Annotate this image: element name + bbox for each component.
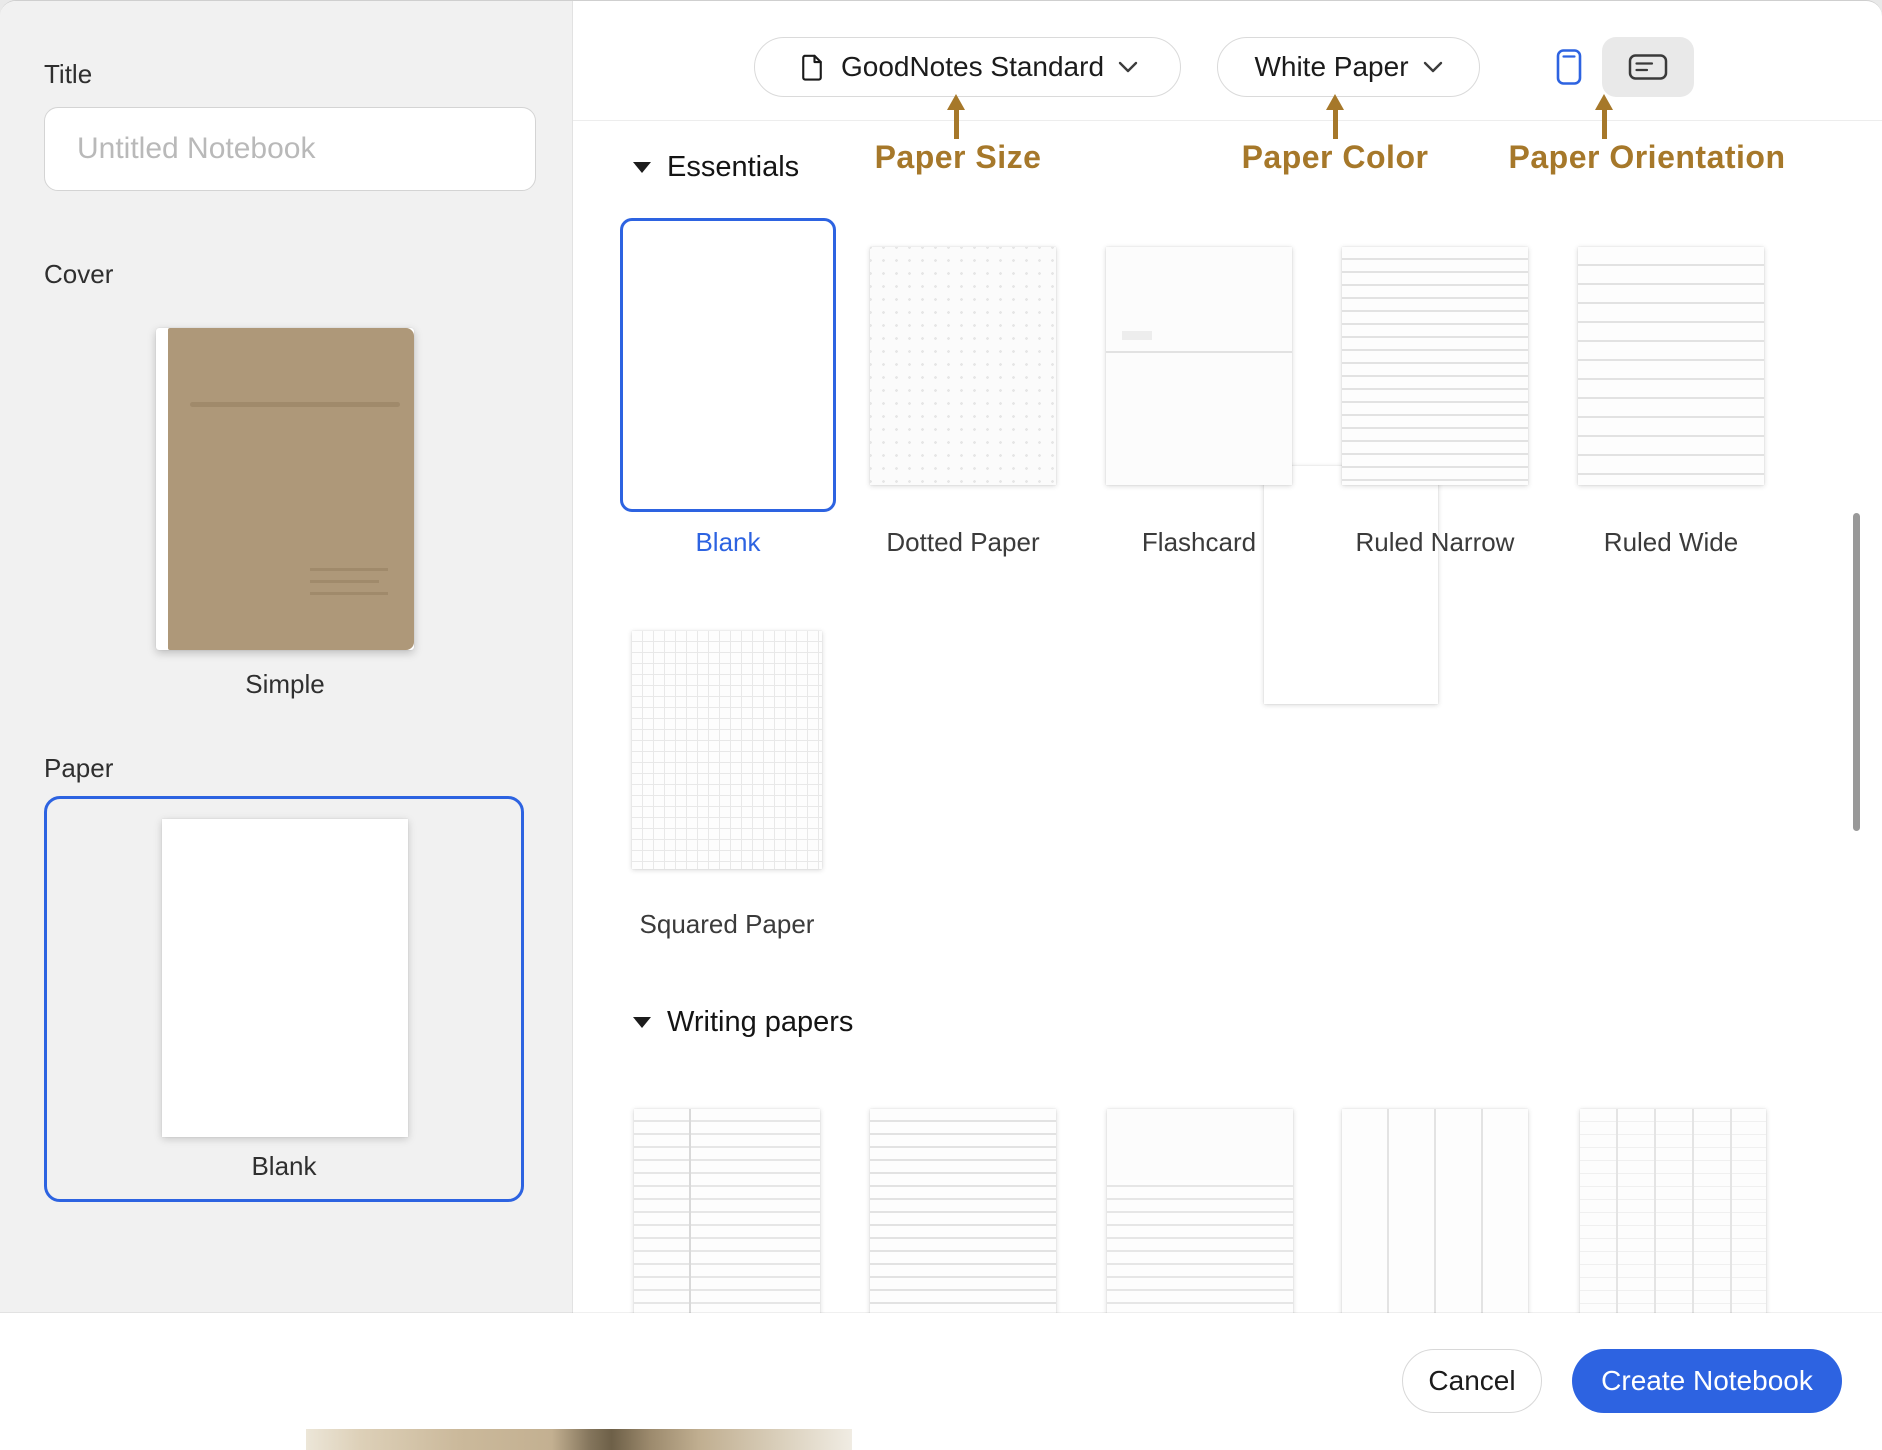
paper-size-arrow-line — [954, 109, 959, 139]
cover-front — [168, 328, 414, 650]
paper-template-writing-columns[interactable] — [1342, 1109, 1528, 1347]
template-label-ruled-wide: Ruled Wide — [1571, 527, 1771, 558]
paper-size-value: GoodNotes Standard — [841, 51, 1104, 83]
section-label: Writing papers — [667, 1006, 853, 1039]
paper-orientation-annotation: Paper Orientation — [1487, 139, 1807, 176]
template-label-flashcard: Flashcard — [1099, 527, 1299, 558]
paper-template-writing-columns-grid[interactable] — [1580, 1109, 1766, 1347]
chevron-down-icon — [1118, 61, 1138, 73]
notebook-title-input[interactable] — [44, 107, 536, 191]
paper-orientation-arrow-line — [1602, 109, 1607, 139]
chevron-down-icon — [1423, 61, 1443, 73]
paper-color-arrow-line — [1333, 109, 1338, 139]
template-label-blank: Blank — [628, 527, 828, 558]
paper-orientation-toggle — [1536, 37, 1694, 97]
vertical-scrollbar[interactable] — [1853, 513, 1860, 831]
cancel-button[interactable]: Cancel — [1402, 1349, 1542, 1413]
background-photo-sliver — [306, 1429, 852, 1450]
section-header-essentials[interactable]: Essentials — [633, 151, 799, 184]
paper-option-blank[interactable]: Blank — [44, 796, 524, 1202]
dialog-footer: Cancel Create Notebook — [0, 1313, 1882, 1450]
paper-size-arrow — [947, 94, 965, 110]
create-notebook-button[interactable]: Create Notebook — [1572, 1349, 1842, 1413]
cover-label: Cover — [44, 259, 113, 290]
paper-preview-sheet — [162, 819, 408, 1137]
orientation-landscape-button[interactable] — [1602, 37, 1694, 97]
paper-template-blank-preview — [1264, 466, 1438, 704]
paper-template-squared[interactable] — [632, 631, 822, 869]
section-header-writing-papers[interactable]: Writing papers — [633, 1006, 853, 1039]
landscape-page-icon — [1627, 52, 1669, 82]
paper-size-dropdown[interactable]: GoodNotes Standard — [754, 37, 1181, 97]
paper-template-writing-ruled[interactable] — [870, 1109, 1056, 1347]
disclosure-triangle-icon — [633, 1017, 651, 1028]
sidebar: Title Cover Simple Paper Blank — [0, 1, 573, 1450]
orientation-portrait-button[interactable] — [1536, 37, 1602, 97]
paper-color-annotation: Paper Color — [1185, 139, 1485, 176]
create-notebook-dialog: Title Cover Simple Paper Blank GoodNotes… — [0, 0, 1882, 1450]
toolbar-divider — [573, 120, 1882, 121]
paper-label: Paper — [44, 753, 113, 784]
cover-decoration-marks — [310, 568, 388, 604]
paper-template-ruled-wide[interactable] — [1578, 247, 1764, 485]
paper-template-blank-selected[interactable] — [620, 218, 836, 512]
template-label-dotted: Dotted Paper — [863, 527, 1063, 558]
paper-template-writing-cornell[interactable] — [634, 1109, 820, 1347]
section-label: Essentials — [667, 151, 799, 184]
cover-option-simple[interactable] — [156, 328, 414, 650]
paper-template-flashcard[interactable] — [1106, 247, 1292, 485]
cover-option-name: Simple — [156, 669, 414, 700]
paper-color-value: White Paper — [1254, 51, 1408, 83]
paper-template-ruled-narrow[interactable] — [1342, 247, 1528, 485]
paper-color-arrow — [1326, 94, 1344, 110]
document-icon — [797, 52, 827, 82]
paper-template-writing-ruled-gap[interactable] — [1107, 1109, 1293, 1347]
paper-size-annotation: Paper Size — [808, 139, 1108, 176]
cover-decoration-line — [190, 402, 400, 407]
paper-option-name: Blank — [47, 1151, 521, 1182]
title-label: Title — [44, 59, 92, 90]
paper-orientation-arrow — [1595, 94, 1613, 110]
paper-template-dotted[interactable] — [870, 247, 1056, 485]
template-label-ruled-narrow: Ruled Narrow — [1335, 527, 1535, 558]
template-label-squared: Squared Paper — [627, 909, 827, 940]
disclosure-triangle-icon — [633, 162, 651, 173]
portrait-page-icon — [1555, 47, 1583, 87]
paper-color-dropdown[interactable]: White Paper — [1217, 37, 1480, 97]
